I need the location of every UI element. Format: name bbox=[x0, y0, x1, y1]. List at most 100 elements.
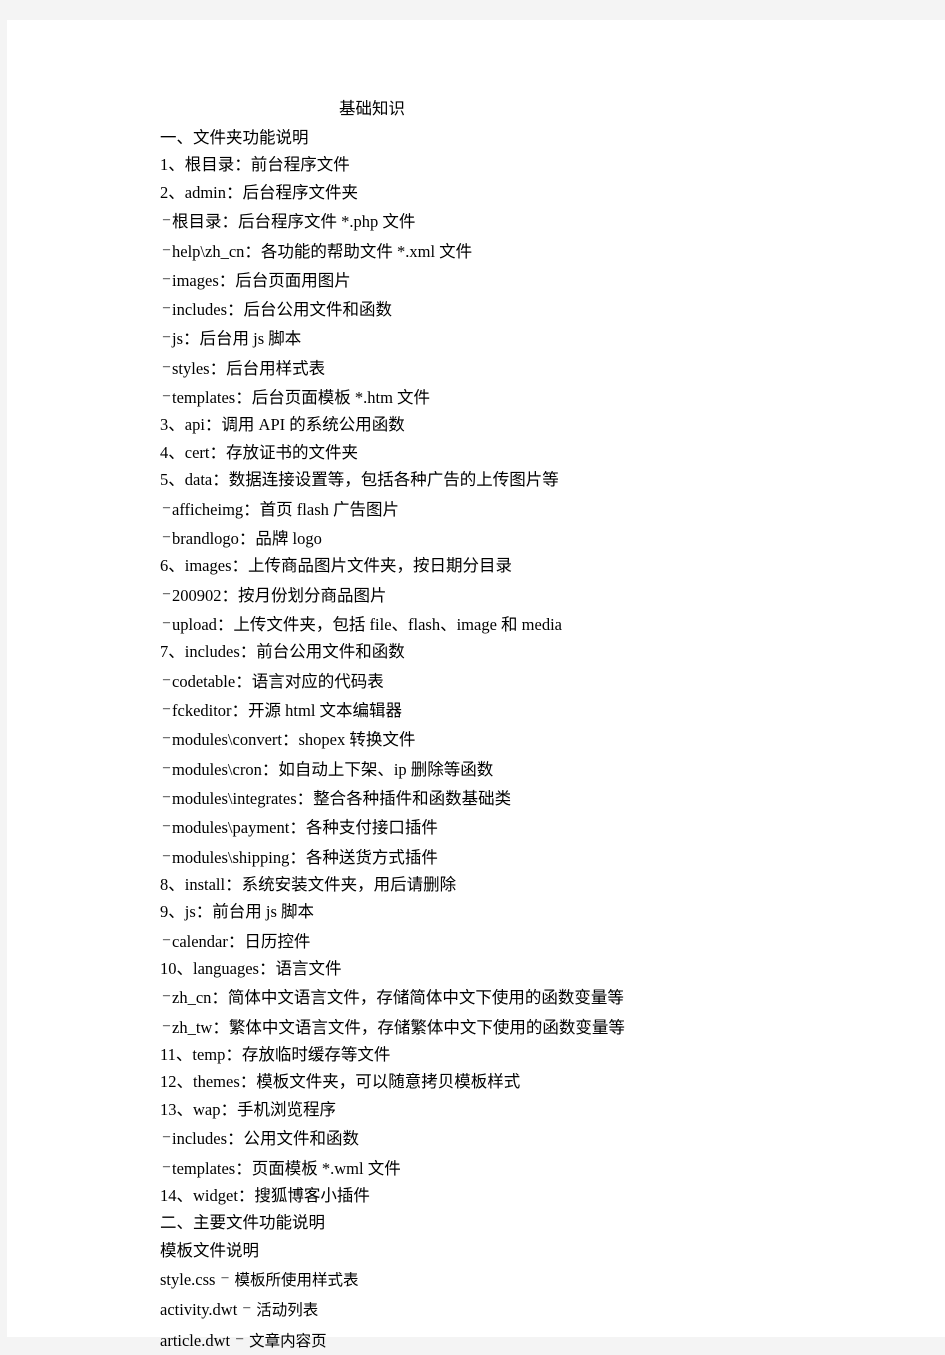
bullet-dash-icon: – bbox=[163, 818, 170, 834]
sub-item-text: codetable：语言对应的代码表 bbox=[172, 671, 384, 691]
sub-item-text: fckeditor：开源 html 文本编辑器 bbox=[172, 700, 403, 720]
bullet-dash-icon: – bbox=[163, 730, 170, 746]
bullet-dash-icon: – bbox=[163, 847, 170, 863]
sub-item-line: – images：后台页面用图片 bbox=[153, 265, 853, 294]
bullet-dash-icon: – bbox=[163, 388, 170, 404]
sub-item-text: help\zh_cn：各功能的帮助文件 *.xml 文件 bbox=[172, 241, 473, 261]
sub-item-line: – fckeditor：开源 html 文本编辑器 bbox=[153, 695, 853, 724]
file-name: article.dwt bbox=[160, 1330, 231, 1350]
body-line: 1、根目录：前台程序文件 bbox=[160, 155, 350, 175]
sub-item-line: – help\zh_cn：各功能的帮助文件 *.xml 文件 bbox=[153, 236, 853, 265]
sub-item-line: – brandlogo：品牌 logo bbox=[153, 523, 853, 552]
bullet-dash-icon: – bbox=[163, 931, 170, 947]
file-description-row: style.css – 模板所使用样式表 bbox=[153, 1264, 853, 1294]
body-line: 14、widget：搜狐博客小插件 bbox=[160, 1185, 370, 1205]
sub-item-line: – codetable：语言对应的代码表 bbox=[153, 666, 853, 695]
body-line: 二、主要文件功能说明 bbox=[160, 1213, 325, 1233]
file-description-row: article.dwt – 文章内容页 bbox=[153, 1325, 853, 1355]
sub-item-text: templates：后台页面模板 *.htm 文件 bbox=[172, 388, 431, 407]
sub-item-line: – styles：后台用样式表 bbox=[153, 353, 853, 382]
sub-item-line: – zh_cn：简体中文语言文件，存储简体中文下使用的函数变量等 bbox=[153, 982, 853, 1011]
sub-item-text: styles：后台用样式表 bbox=[172, 358, 326, 378]
sub-item-line: – afficheimg：首页 flash 广告图片 bbox=[153, 494, 853, 523]
file-description: 文章内容页 bbox=[249, 1331, 327, 1350]
body-line: 8、install：系统安装文件夹，用后请删除 bbox=[160, 874, 457, 894]
bullet-dash-icon: – bbox=[163, 212, 170, 228]
body-line: 3、api：调用 API 的系统公用函数 bbox=[160, 415, 405, 435]
sub-item-text: modules\integrates：整合各种插件和函数基础类 bbox=[172, 788, 512, 808]
sub-item-line: – 根目录：后台程序文件 *.php 文件 bbox=[153, 206, 853, 235]
sub-item-line: – modules\convert：shopex 转换文件 bbox=[153, 724, 853, 753]
body-line: 模板文件说明 bbox=[160, 1240, 259, 1260]
body-line: 6、images：上传商品图片文件夹，按日期分目录 bbox=[160, 556, 512, 576]
sub-item-line: – modules\integrates：整合各种插件和函数基础类 bbox=[153, 783, 853, 812]
sub-item-line: –200902：按月份划分商品图片 bbox=[153, 580, 853, 609]
page-title: 基础知识 bbox=[339, 99, 405, 118]
bullet-dash-icon: – bbox=[163, 671, 170, 687]
bullet-dash-icon: – bbox=[163, 1158, 170, 1174]
sub-item-text: images：后台页面用图片 bbox=[172, 270, 351, 290]
sub-item-text: js：后台用 js 脚本 bbox=[172, 329, 302, 349]
file-description-row: activity.dwt – 活动列表 bbox=[153, 1294, 853, 1324]
sub-item-text: templates：页面模板 *.wml 文件 bbox=[172, 1158, 401, 1178]
sub-item-line: – includes：后台公用文件和函数 bbox=[153, 294, 853, 323]
body-line: 9、js：前台用 js 脚本 bbox=[160, 902, 315, 922]
sub-item-text: modules\payment：各种支付接口插件 bbox=[172, 818, 438, 838]
body-line: 7、includes：前台公用文件和函数 bbox=[160, 642, 405, 662]
sub-item-text: upload：上传文件夹，包括 file、flash、image 和 media bbox=[172, 614, 562, 634]
document-content: 一、文件夹功能说明 1、根目录：前台程序文件 2、admin：后台程序文件夹 – 根目录… bbox=[153, 124, 853, 1355]
sub-item-line: – zh_tw：繁体中文语言文件，存储繁体中文下使用的函数变量等 bbox=[153, 1012, 853, 1041]
bullet-dash-icon: – bbox=[163, 1129, 170, 1145]
bullet-dash-icon: – bbox=[163, 241, 170, 257]
sub-item-text: calendar：日历控件 bbox=[172, 931, 311, 951]
sub-item-text: includes：公用文件和函数 bbox=[172, 1129, 359, 1149]
sub-item-text: modules\cron：如自动上下架、ip 删除等函数 bbox=[172, 759, 494, 779]
sub-item-line: – js：后台用 js 脚本 bbox=[153, 323, 853, 352]
bullet-dash-icon: – bbox=[163, 329, 170, 345]
document-page: 基础知识 一、文件夹功能说明 1、根目录：前台程序文件 2、admin：后台程序文件… bbox=[7, 20, 945, 1350]
dash-separator-icon: – bbox=[243, 1300, 251, 1316]
sub-item-line: – calendar：日历控件 bbox=[153, 926, 853, 955]
dash-separator-icon: – bbox=[221, 1270, 229, 1286]
file-name: style.css bbox=[160, 1270, 216, 1289]
sub-item-text: 200902：按月份划分商品图片 bbox=[172, 585, 387, 605]
bullet-dash-icon: – bbox=[163, 988, 170, 1004]
body-line: 2、admin：后台程序文件夹 bbox=[160, 182, 358, 202]
sub-item-text: modules\shipping：各种送货方式插件 bbox=[172, 847, 438, 867]
sub-item-line: – templates：后台页面模板 *.htm 文件 bbox=[153, 382, 853, 411]
body-line: 12、themes：模板文件夹，可以随意拷贝模板样式 bbox=[160, 1072, 521, 1092]
body-line: 10、languages：语言文件 bbox=[160, 959, 342, 978]
bullet-dash-icon: – bbox=[163, 528, 170, 544]
dash-separator-icon: – bbox=[236, 1330, 244, 1346]
bullet-dash-icon: – bbox=[163, 788, 170, 804]
file-name: activity.dwt bbox=[160, 1300, 238, 1320]
sub-item-text: afficheimg：首页 flash 广告图片 bbox=[172, 499, 399, 519]
sub-item-text: brandlogo：品牌 logo bbox=[172, 528, 322, 548]
document-body: 基础知识 一、文件夹功能说明 1、根目录：前台程序文件 2、admin：后台程序文件… bbox=[153, 95, 853, 1355]
sub-item-line: – modules\payment：各种支付接口插件 bbox=[153, 812, 853, 841]
sub-item-line: – upload：上传文件夹，包括 file、flash、image 和 medi… bbox=[153, 609, 853, 638]
sub-item-line: – modules\shipping：各种送货方式插件 bbox=[153, 842, 853, 871]
bullet-dash-icon: – bbox=[163, 300, 170, 316]
body-line: 13、wap：手机浏览程序 bbox=[160, 1099, 336, 1119]
bullet-dash-icon: – bbox=[163, 499, 170, 515]
sub-item-text: includes：后台公用文件和函数 bbox=[172, 300, 392, 320]
body-line: 11、temp：存放临时缓存等文件 bbox=[160, 1045, 391, 1065]
bullet-dash-icon: – bbox=[163, 759, 170, 775]
sub-item-text: zh_cn：简体中文语言文件，存储简体中文下使用的函数变量等 bbox=[172, 988, 624, 1008]
bullet-dash-icon: – bbox=[163, 1017, 170, 1033]
bullet-dash-icon: – bbox=[163, 358, 170, 374]
body-line: 5、data：数据连接设置等，包括各种广告的上传图片等 bbox=[160, 470, 559, 490]
sub-item-line: – modules\cron：如自动上下架、ip 删除等函数 bbox=[153, 754, 853, 783]
sub-item-text: 根目录：后台程序文件 *.php 文件 bbox=[172, 212, 416, 232]
body-line: 4、cert：存放证书的文件夹 bbox=[160, 442, 358, 462]
sub-item-text: modules\convert：shopex 转换文件 bbox=[172, 730, 416, 750]
bullet-dash-icon: – bbox=[163, 701, 170, 716]
file-description: 模板所使用样式表 bbox=[234, 1271, 359, 1289]
bullet-dash-icon: – bbox=[163, 585, 170, 601]
file-description: 活动列表 bbox=[256, 1301, 319, 1320]
body-line: 一、文件夹功能说明 bbox=[160, 128, 309, 147]
bullet-dash-icon: – bbox=[163, 270, 170, 286]
bullet-dash-icon: – bbox=[163, 614, 170, 630]
sub-item-line: – includes：公用文件和函数 bbox=[153, 1123, 853, 1152]
